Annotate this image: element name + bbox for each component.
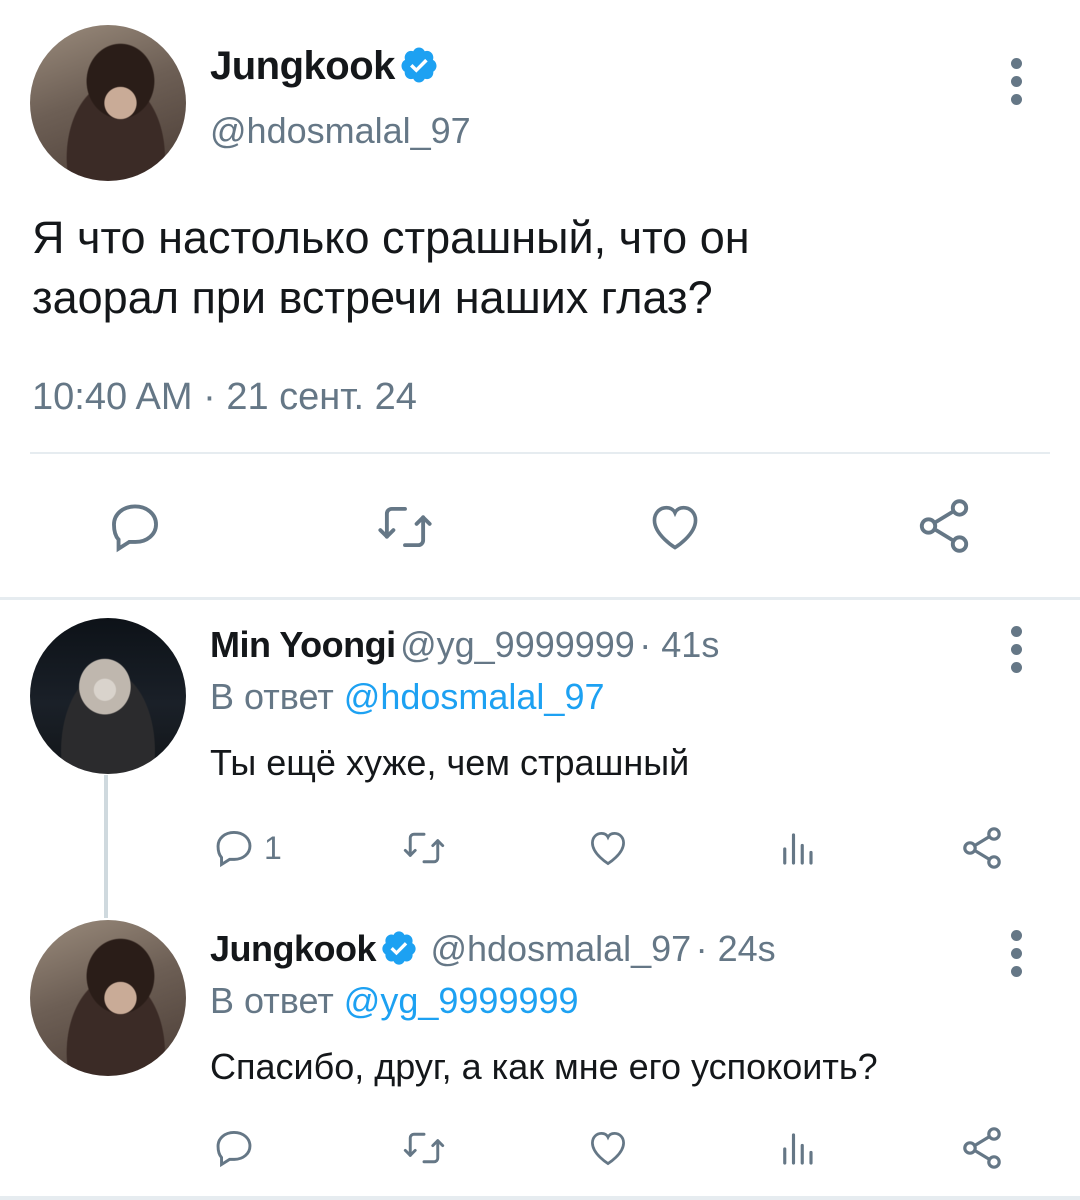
divider [30, 452, 1050, 454]
reply-1-share-button[interactable] [958, 824, 1006, 872]
reply-1-views-button[interactable] [775, 828, 819, 870]
reply-1-time: · 41s [639, 624, 720, 665]
retweet-icon [403, 832, 445, 864]
analytics-icon [783, 1133, 813, 1165]
reply-2-header[interactable]: Jungkook @hdosmalal_97 · 24s [210, 928, 776, 970]
section-separator [0, 597, 1080, 600]
tweet-text-line-2: заорал при встречи наших глаз? [32, 272, 713, 323]
reply-1-avatar[interactable] [30, 618, 186, 774]
reply-1-like-button[interactable] [585, 826, 631, 870]
reply-2-avatar[interactable] [30, 920, 186, 1076]
analytics-icon [783, 833, 813, 865]
reply-1-header[interactable]: Min Yoongi @yg_9999999 · 41s [210, 624, 719, 666]
reply-1-author[interactable]: Min Yoongi [210, 624, 396, 665]
verified-badge-icon [401, 47, 437, 83]
retweet-icon [378, 506, 432, 548]
bottom-separator [0, 1196, 1080, 1200]
thread-line [104, 775, 108, 918]
reply-2-time: · 24s [695, 928, 776, 969]
more-vertical-icon[interactable] [1011, 626, 1023, 680]
reply-1-mention[interactable]: @hdosmalal_97 [344, 676, 605, 717]
reply-2-retweet-button[interactable] [400, 1126, 448, 1170]
reply-2-prefix: В ответ [210, 980, 334, 1021]
retweet-button[interactable] [374, 498, 436, 556]
retweet-icon [403, 1132, 445, 1164]
reply-1-prefix: В ответ [210, 676, 334, 717]
reply-2-context: В ответ @yg_9999999 [210, 980, 579, 1022]
comment-bubble-icon [112, 504, 158, 553]
comment-bubble-icon [216, 830, 252, 868]
comment-bubble-icon [216, 1130, 252, 1168]
reply-1-context: В ответ @hdosmalal_97 [210, 676, 605, 718]
reply-1-text: Ты ещё хуже, чем страшный [210, 742, 690, 783]
heart-icon [591, 831, 625, 866]
verified-badge-icon [382, 931, 416, 965]
author-name[interactable]: Jungkook [210, 44, 395, 88]
reply-2-like-button[interactable] [585, 1126, 631, 1170]
tweet-timestamp[interactable]: 10:40 AM · 21 сент. 24 [32, 376, 417, 419]
more-vertical-icon[interactable] [1011, 930, 1023, 984]
author-name-row[interactable]: Jungkook [210, 44, 439, 94]
reply-2-author[interactable]: Jungkook [210, 928, 377, 969]
reply-1-reply-button[interactable]: 1 [212, 826, 282, 870]
share-icon [919, 499, 969, 553]
share-icon [963, 827, 1001, 869]
reply-button[interactable] [106, 498, 164, 556]
like-button[interactable] [645, 498, 705, 556]
reply-1-retweet-button[interactable] [400, 826, 448, 870]
reply-2-share-button[interactable] [958, 1124, 1006, 1172]
reply-1-reply-count: 1 [264, 829, 282, 866]
share-icon [963, 1127, 1001, 1169]
reply-2-mention[interactable]: @yg_9999999 [344, 980, 579, 1021]
reply-2-views-button[interactable] [775, 1128, 819, 1170]
more-vertical-icon[interactable] [1011, 58, 1023, 112]
tweet-text-line-1: Я что настолько страшный, что он [32, 212, 750, 263]
reply-1-handle[interactable]: @yg_9999999 [400, 624, 635, 665]
tweet-text: Я что настолько страшный, что он заорал … [32, 208, 1032, 328]
reply-2-reply-button[interactable] [212, 1126, 256, 1170]
share-button[interactable] [913, 495, 975, 557]
reply-2-handle[interactable]: @hdosmalal_97 [430, 928, 691, 969]
heart-icon [652, 505, 698, 550]
author-avatar[interactable] [30, 25, 186, 181]
reply-2-text: Спасибо, друг, а как мне его успокоить? [210, 1046, 878, 1087]
heart-icon [591, 1131, 625, 1166]
author-handle[interactable]: @hdosmalal_97 [210, 110, 471, 152]
